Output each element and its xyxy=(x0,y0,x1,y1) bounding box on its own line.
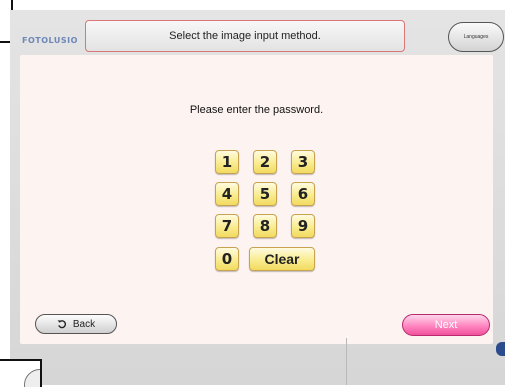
rotate-ccw-icon xyxy=(57,320,66,329)
round-control xyxy=(24,369,40,387)
languages-button[interactable]: Languages xyxy=(448,22,504,52)
key-6[interactable]: 6 xyxy=(291,182,315,206)
key-4[interactable]: 4 xyxy=(215,182,239,206)
key-9[interactable]: 9 xyxy=(291,214,315,238)
key-1[interactable]: 1 xyxy=(215,150,239,174)
corner-marker xyxy=(496,342,505,356)
key-2[interactable]: 2 xyxy=(253,150,277,174)
clear-button[interactable]: Clear xyxy=(249,247,315,271)
key-3[interactable]: 3 xyxy=(291,150,315,174)
back-button[interactable]: Back xyxy=(35,314,117,334)
password-prompt: Please enter the password. xyxy=(189,104,324,116)
password-panel: Please enter the password. 1 2 3 4 5 6 7… xyxy=(20,55,493,344)
key-5[interactable]: 5 xyxy=(253,182,277,206)
key-8[interactable]: 8 xyxy=(253,214,277,238)
footer-divider xyxy=(346,338,347,385)
kiosk-screen: FOTOLUSIO Select the image input method.… xyxy=(10,10,505,385)
back-button-label: Back xyxy=(72,318,96,330)
app-logo: FOTOLUSIO xyxy=(22,36,78,45)
next-button[interactable]: Next xyxy=(402,314,490,336)
page-title: Select the image input method. xyxy=(85,20,405,52)
key-0[interactable]: 0 xyxy=(215,247,239,271)
window-corner-bottom xyxy=(0,359,42,387)
key-7[interactable]: 7 xyxy=(215,214,239,238)
